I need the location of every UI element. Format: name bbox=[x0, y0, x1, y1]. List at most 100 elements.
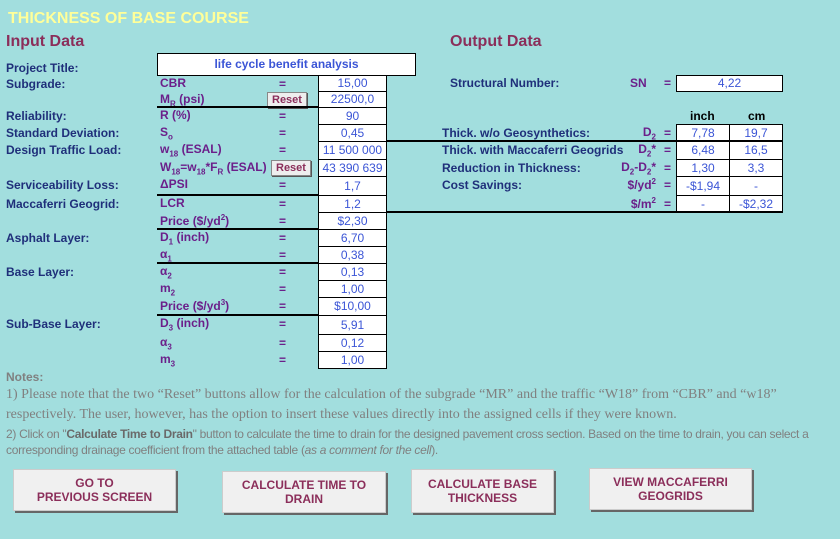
input-row-symbol: So bbox=[160, 125, 173, 141]
input-value-cell[interactable]: 6,70 bbox=[318, 229, 387, 247]
equals-sign: = bbox=[664, 178, 672, 192]
symbol-text: D bbox=[160, 316, 169, 330]
input-row-label: Standard Deviation: bbox=[6, 126, 120, 140]
equals-sign: = bbox=[279, 299, 287, 313]
input-row-label: Base Layer: bbox=[6, 265, 75, 279]
equals-sign: = bbox=[279, 353, 287, 367]
symbol-text: $/yd bbox=[627, 178, 652, 192]
input-value-cell[interactable]: 1,00 bbox=[318, 351, 387, 369]
subscript: o bbox=[168, 132, 173, 142]
input-value-cell[interactable]: 1,2 bbox=[318, 195, 387, 213]
symbol-text: * bbox=[651, 142, 656, 156]
equals-sign: = bbox=[279, 248, 287, 262]
output-row-label: Thick. w/o Geosynthetics: bbox=[442, 126, 591, 140]
input-value-cell[interactable]: $10,00 bbox=[318, 297, 387, 316]
symbol-text: D bbox=[642, 125, 652, 139]
input-row-symbol: LCR bbox=[160, 196, 185, 210]
output-inch-value: -$1,94 bbox=[676, 176, 730, 196]
equals-sign: = bbox=[279, 197, 287, 211]
input-row-symbol: R (%) bbox=[160, 108, 191, 122]
input-value-cell[interactable]: 15,00 bbox=[318, 75, 387, 92]
calculate-time-to-drain-button[interactable]: CALCULATE TIME TO DRAIN bbox=[222, 471, 386, 513]
output-row-label: Cost Savings: bbox=[442, 178, 523, 192]
divider bbox=[157, 106, 318, 108]
input-row-symbol: ΔPSI bbox=[160, 177, 188, 191]
input-value-cell[interactable]: 0,38 bbox=[318, 246, 387, 264]
input-row-symbol: W18=w18*FR (ESAL) bbox=[160, 160, 267, 176]
input-value-cell[interactable]: 5,91 bbox=[318, 315, 387, 335]
symbol-text: D bbox=[638, 142, 647, 156]
input-value-cell[interactable]: $2,30 bbox=[318, 212, 387, 230]
input-row-symbol: α3 bbox=[160, 335, 172, 351]
reset-button[interactable]: Reset bbox=[271, 160, 311, 176]
symbol-text: (inch) bbox=[173, 230, 210, 244]
subscript: 2 bbox=[170, 288, 176, 298]
symbol-text: S bbox=[160, 125, 169, 139]
input-row-label: Sub-Base Layer: bbox=[6, 317, 101, 331]
input-value-cell[interactable]: 43 390 639 bbox=[318, 159, 387, 177]
output-inch-value: 6,48 bbox=[676, 141, 730, 160]
symbol-text: =w bbox=[180, 160, 197, 174]
input-row-symbol: D3 (inch) bbox=[160, 316, 209, 332]
superscript: 2 bbox=[651, 177, 656, 186]
equals-sign: = bbox=[664, 143, 672, 157]
input-row-symbol: w18 (ESAL) bbox=[160, 142, 222, 158]
input-value-cell[interactable]: 90 bbox=[318, 107, 387, 125]
equals-sign: = bbox=[279, 317, 287, 331]
input-row-label: Serviceability Loss: bbox=[6, 178, 119, 192]
view-maccaferri-geogrids-button[interactable]: VIEW MACCAFERRI GEOGRIDS bbox=[589, 468, 752, 510]
input-row-symbol: Price ($/yd2) bbox=[160, 213, 229, 228]
structural-number-value[interactable]: 4,22 bbox=[676, 75, 783, 92]
input-row-label: Subgrade: bbox=[6, 77, 66, 91]
symbol-text: Price ($/yd bbox=[160, 299, 221, 313]
output-cm-value: 3,3 bbox=[729, 159, 783, 177]
input-row-label: Asphalt Layer: bbox=[6, 231, 90, 245]
subscript: 18 bbox=[171, 167, 181, 177]
equals-sign: = bbox=[279, 178, 287, 192]
input-value-cell[interactable]: 1,00 bbox=[318, 280, 387, 298]
symbol-text: m bbox=[160, 352, 171, 366]
output-row-label: Reduction in Thickness: bbox=[442, 161, 581, 175]
note-2-text: ). bbox=[431, 443, 438, 457]
equals-sign: = bbox=[279, 77, 287, 91]
symbol-text: * bbox=[651, 160, 656, 174]
spreadsheet-form: THICKNESS OF BASE COURSE Input Data Outp… bbox=[0, 0, 840, 539]
output-cm-value: - bbox=[729, 176, 783, 196]
go-to-previous-screen-button[interactable]: GO TO PREVIOUS SCREEN bbox=[13, 469, 176, 511]
equals-sign: = bbox=[279, 336, 287, 350]
symbol-text: (ESAL) bbox=[223, 160, 267, 174]
equals-sign: = bbox=[279, 214, 287, 228]
equals-sign: = bbox=[664, 76, 672, 90]
project-title-input[interactable]: life cycle benefit analysis bbox=[157, 53, 416, 76]
symbol-text: CBR bbox=[160, 76, 186, 90]
symbol-text: ) bbox=[225, 214, 230, 228]
output-row-label: Thick. with Maccaferri Geogrids bbox=[442, 143, 624, 157]
input-data-heading: Input Data bbox=[6, 33, 85, 50]
inch-header: inch bbox=[690, 109, 715, 123]
input-value-cell[interactable]: 0,12 bbox=[318, 334, 387, 352]
symbol-text: ΔPSI bbox=[160, 177, 188, 191]
calculate-base-thickness-button[interactable]: CALCULATE BASE THICKNESS bbox=[411, 469, 554, 513]
input-value-cell[interactable]: 0,13 bbox=[318, 263, 387, 281]
symbol-text: R (%) bbox=[160, 108, 191, 122]
cm-header: cm bbox=[748, 109, 766, 123]
note-2-bold: Calculate Time to Drain bbox=[66, 427, 193, 441]
input-row-label: Maccaferri Geogrid: bbox=[6, 197, 120, 211]
input-value-cell[interactable]: 11 500 000 bbox=[318, 141, 387, 160]
subscript: 3 bbox=[170, 359, 176, 369]
equals-sign: = bbox=[279, 109, 287, 123]
equals-sign: = bbox=[279, 143, 287, 157]
note-2: 2) Click on "Calculate Time to Drain" bu… bbox=[6, 426, 836, 458]
equals-sign: = bbox=[664, 126, 672, 140]
equals-sign: = bbox=[279, 231, 287, 245]
input-value-cell[interactable]: 0,45 bbox=[318, 124, 387, 142]
subscript: 3 bbox=[167, 342, 172, 352]
equals-sign: = bbox=[279, 126, 287, 140]
input-value-cell[interactable]: 22500,0 bbox=[318, 91, 387, 108]
symbol-text: $/m bbox=[630, 197, 652, 211]
input-value-cell[interactable]: 1,7 bbox=[318, 176, 387, 196]
output-data-heading: Output Data bbox=[450, 33, 542, 50]
subscript: 2 bbox=[167, 271, 172, 281]
symbol-text: W bbox=[160, 160, 172, 174]
symbol-text: ) bbox=[225, 299, 230, 313]
